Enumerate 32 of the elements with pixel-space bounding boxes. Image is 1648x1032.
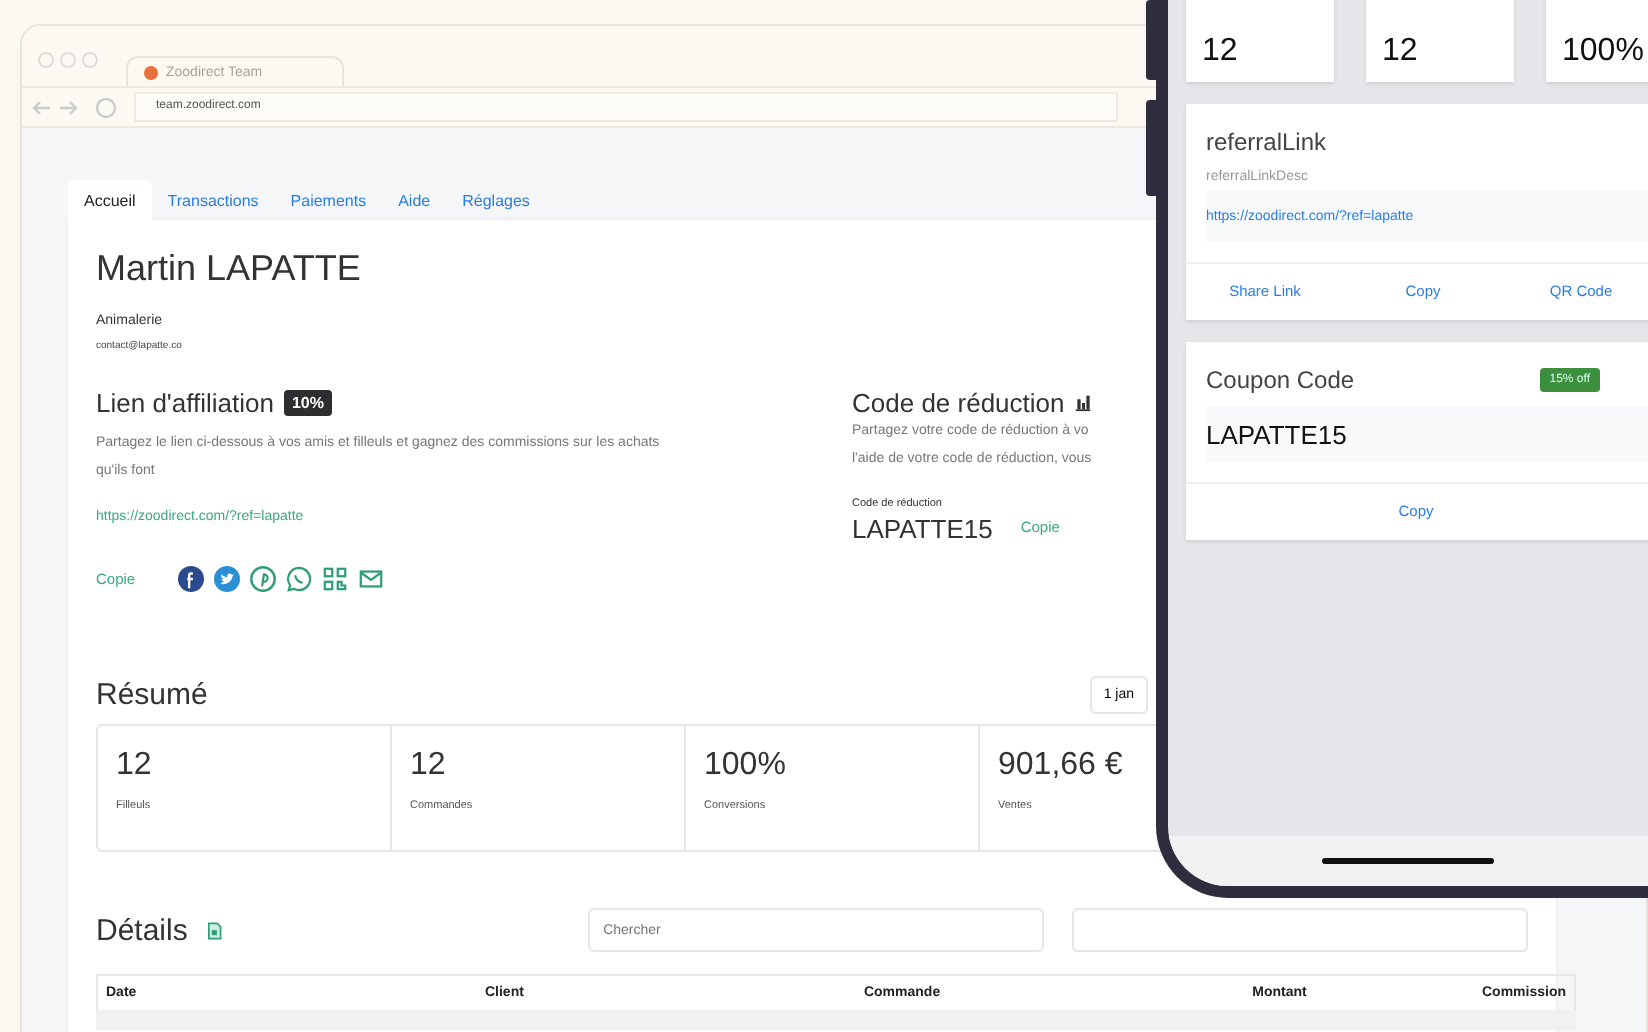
stat-value: 100% [1562,34,1644,70]
filter-field[interactable] [1071,908,1528,952]
card-title: referralLink [1204,126,1329,156]
stat-value: 12 [1382,34,1418,70]
profile-name: Martin LAPATTE [96,248,361,290]
qr-code-icon[interactable] [321,566,348,592]
nav-tab[interactable]: Transactions [151,180,275,220]
stat-value: 12 [1202,34,1238,70]
bar-chart-icon[interactable] [1074,394,1093,412]
circle-p-icon[interactable] [249,566,276,592]
mail-icon[interactable] [357,566,384,592]
card-title: Coupon Code [1206,364,1355,394]
home-bar-icon [1322,858,1494,864]
nav-tab[interactable]: Aide [382,180,447,220]
section-title: Code de réduction [852,388,1065,418]
document-icon[interactable] [207,921,222,939]
coupon-code: LAPATTE15 [1206,420,1347,450]
stat-value: 12 [116,748,154,784]
nav-tab[interactable]: Réglages [446,180,546,220]
bird-icon[interactable] [213,566,240,592]
circle-f-icon[interactable] [177,566,204,592]
stat-value: 12 [410,748,448,784]
section-title: Résumé [96,678,208,712]
nav-tab[interactable]: Accueil [68,180,152,220]
phone-bubble-icon[interactable] [285,566,312,592]
discount-code: LAPATTE15 [852,514,993,544]
nav-tab[interactable]: Paiements [274,180,383,220]
stat-value: 901,66 € [998,748,1125,784]
stat-value: 100% [704,748,788,784]
commission-badge: 10% [283,390,332,416]
section-title: Détails [96,913,188,947]
section-title: Lien d'affiliation [96,388,274,418]
